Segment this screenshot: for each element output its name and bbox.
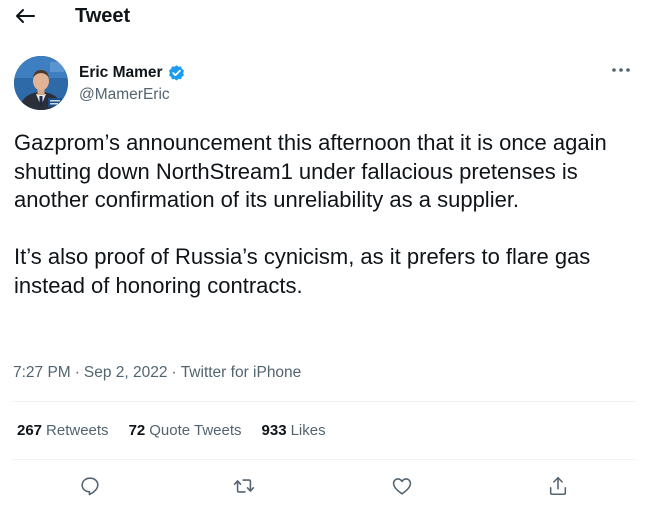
ellipsis-icon — [612, 68, 630, 72]
tweet-date[interactable]: Sep 2, 2022 — [84, 364, 168, 381]
retweets-count: 267 — [17, 422, 43, 439]
tweet-source[interactable]: Twitter for iPhone — [181, 364, 302, 381]
heart-icon — [392, 478, 412, 495]
retweet-button[interactable] — [228, 470, 260, 502]
verified-badge-icon — [167, 64, 186, 83]
likes-count: 933 — [261, 422, 287, 439]
tweet-header: Tweet — [0, 0, 647, 32]
author-photo — [14, 56, 68, 110]
author-name-row: Eric Mamer — [79, 63, 186, 83]
retweet-icon — [233, 479, 255, 493]
reply-button[interactable] — [74, 470, 106, 502]
tweet-paragraph-1: Gazprom’s announcement this afternoon th… — [14, 130, 607, 212]
like-button[interactable] — [386, 470, 418, 502]
share-icon — [549, 476, 567, 496]
retweets-label: Retweets — [46, 422, 109, 439]
tweet-text: Gazprom’s announcement this afternoon th… — [14, 129, 634, 300]
meta-separator: · — [171, 364, 177, 381]
back-button[interactable] — [12, 4, 38, 28]
tweet-paragraph-2: It’s also proof of Russia’s cynicism, as… — [14, 244, 591, 298]
divider — [13, 459, 635, 460]
retweets-stat[interactable]: 267 Retweets — [17, 421, 109, 441]
tweet-time[interactable]: 7:27 PM — [13, 364, 71, 381]
quote-tweets-label: Quote Tweets — [149, 422, 242, 439]
tweet-stats: 267 Retweets 72 Quote Tweets 933 Likes — [17, 421, 346, 441]
avatar[interactable] — [14, 56, 68, 110]
share-button[interactable] — [542, 470, 574, 502]
divider — [13, 401, 635, 402]
quote-tweets-count: 72 — [128, 422, 146, 439]
quote-tweets-stat[interactable]: 72 Quote Tweets — [129, 421, 242, 441]
meta-separator: · — [74, 364, 80, 381]
author-name[interactable]: Eric Mamer — [79, 63, 163, 83]
tweet-actions — [13, 470, 635, 502]
more-options-button[interactable] — [608, 60, 634, 80]
likes-stat[interactable]: 933 Likes — [262, 421, 326, 441]
author-handle[interactable]: @MamerEric — [79, 85, 170, 105]
tweet-metadata: 7:27 PM · Sep 2, 2022 · Twitter for iPhone — [13, 363, 301, 383]
arrow-left-icon — [16, 9, 35, 23]
tweet-author: Eric Mamer @MamerEric — [12, 56, 634, 112]
reply-icon — [81, 477, 99, 496]
likes-label: Likes — [290, 422, 326, 439]
page-title: Tweet — [75, 5, 131, 27]
